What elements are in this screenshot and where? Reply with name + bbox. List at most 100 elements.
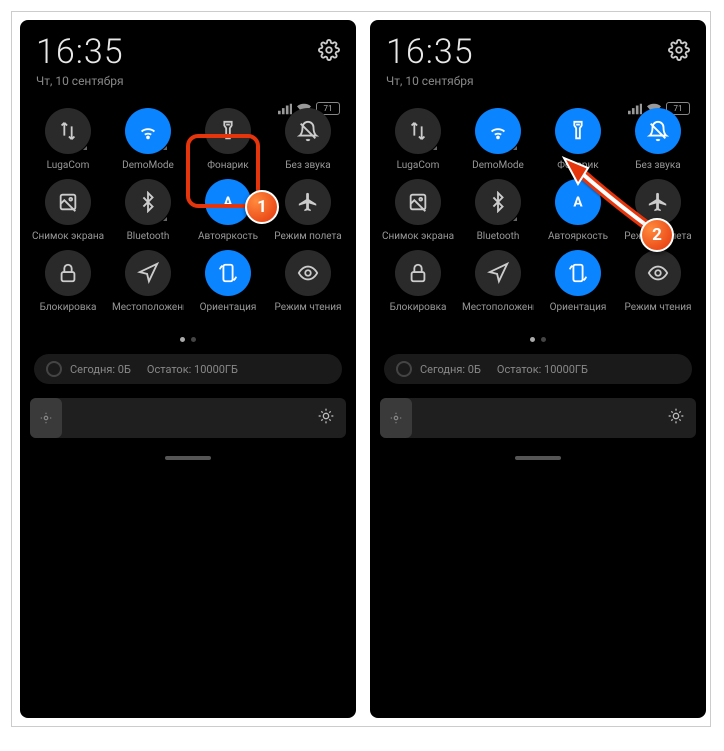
auto-a-icon: A	[555, 179, 601, 225]
date-label: Чт, 10 сентября	[20, 74, 356, 88]
qs-tile-location[interactable]: Местоположение	[460, 250, 536, 313]
qs-tile-bluetooth[interactable]: Bluetooth	[460, 179, 536, 242]
svg-text:A: A	[223, 195, 233, 211]
qs-label: LugaCom	[47, 160, 90, 171]
quick-settings-grid: LugaCom DemoMode Фонарик Без звука Снимок эк…	[380, 108, 696, 313]
qs-label: LugaCom	[397, 160, 440, 171]
bluetooth-icon	[125, 179, 171, 225]
data-swap-icon	[395, 108, 441, 154]
qs-tile-auto-a[interactable]: A Автояркость	[540, 179, 616, 242]
annotation-marker-1: 1	[245, 190, 279, 224]
qs-tile-lock[interactable]: Блокировка	[30, 250, 106, 313]
qs-label: Снимок экрана	[382, 231, 454, 242]
qs-label: Местоположение	[462, 302, 534, 313]
auto-a-icon: A	[205, 179, 251, 225]
data-remaining: Остаток: 10000ГБ	[147, 363, 238, 376]
lock-icon	[395, 250, 441, 296]
qs-label: Фонарик	[207, 160, 248, 171]
qs-label: Bluetooth	[127, 231, 170, 242]
qs-tile-flashlight[interactable]: Фонарик	[190, 108, 266, 171]
qs-tile-bell-off[interactable]: Без звука	[270, 108, 346, 171]
location-icon	[475, 250, 521, 296]
annotation-marker-2: 2	[640, 218, 674, 252]
qs-label: Bluetooth	[477, 231, 520, 242]
qs-label: Режим чтения	[624, 302, 691, 313]
brightness-min-icon	[30, 398, 62, 438]
data-usage-row[interactable]: Сегодня: 0Б Остаток: 10000ГБ	[34, 354, 342, 384]
wifi-icon	[475, 108, 521, 154]
screenshot-icon	[395, 179, 441, 225]
qs-label: DemoMode	[122, 160, 174, 171]
qs-label: Местоположение	[112, 302, 184, 313]
settings-gear-icon[interactable]	[668, 39, 690, 66]
qs-tile-screenshot[interactable]: Снимок экрана	[30, 179, 106, 242]
phone-screenshot-after: 16:35 Чт, 10 сентября 71 LugaComDemoMode…	[370, 20, 706, 718]
wifi-icon	[125, 108, 171, 154]
phone-screenshot-before: 16:35 Чт, 10 сентября 71 LugaComDemoMode…	[20, 20, 356, 718]
qs-tile-data-swap[interactable]: LugaCom	[380, 108, 456, 171]
qs-tile-wifi[interactable]: DemoMode	[460, 108, 536, 171]
qs-tile-wifi[interactable]: DemoMode	[110, 108, 186, 171]
location-icon	[125, 250, 171, 296]
qs-tile-location[interactable]: Местоположение	[110, 250, 186, 313]
orientation-icon	[205, 250, 251, 296]
qs-label: Автояркость	[198, 231, 258, 242]
orientation-icon	[555, 250, 601, 296]
qs-tile-eye[interactable]: Режим чтения	[270, 250, 346, 313]
qs-tile-data-swap[interactable]: LugaCom	[30, 108, 106, 171]
qs-tile-orientation[interactable]: Ориентация	[540, 250, 616, 313]
brightness-max-icon	[668, 408, 684, 428]
airplane-icon	[285, 179, 331, 225]
qs-tile-lock[interactable]: Блокировка	[380, 250, 456, 313]
brightness-max-icon	[318, 408, 334, 428]
qs-label: Режим чтения	[274, 302, 341, 313]
qs-label: DemoMode	[472, 160, 524, 171]
qs-tile-airplane[interactable]: Режим полета	[270, 179, 346, 242]
data-swap-icon	[45, 108, 91, 154]
data-today: Сегодня: 0Б	[420, 363, 481, 376]
data-usage-row[interactable]: Сегодня: 0Б Остаток: 10000ГБ	[384, 354, 692, 384]
eye-icon	[285, 250, 331, 296]
brightness-slider[interactable]	[380, 398, 696, 438]
date-label: Чт, 10 сентября	[370, 74, 706, 88]
page-indicator	[20, 327, 356, 346]
qs-tile-bell-off[interactable]: Без звука	[620, 108, 696, 171]
data-today: Сегодня: 0Б	[70, 363, 131, 376]
qs-label: Блокировка	[40, 302, 97, 313]
qs-tile-orientation[interactable]: Ориентация	[190, 250, 266, 313]
qs-tile-screenshot[interactable]: Снимок экрана	[380, 179, 456, 242]
bell-off-icon	[635, 108, 681, 154]
nav-handle[interactable]	[165, 456, 211, 460]
nav-handle[interactable]	[515, 456, 561, 460]
brightness-min-icon	[380, 398, 412, 438]
svg-text:A: A	[573, 195, 583, 211]
quick-settings-grid: LugaCom DemoMode Фонарик Без звука Снимок эк…	[30, 108, 346, 313]
qs-tile-eye[interactable]: Режим чтения	[620, 250, 696, 313]
bluetooth-icon	[475, 179, 521, 225]
page-indicator	[370, 327, 706, 346]
qs-tile-flashlight[interactable]: Фонарик	[540, 108, 616, 171]
qs-label: Без звука	[285, 160, 330, 171]
settings-gear-icon[interactable]	[318, 39, 340, 66]
qs-label: Автояркость	[548, 231, 608, 242]
lock-icon	[45, 250, 91, 296]
qs-label: Ориентация	[550, 302, 607, 313]
qs-label: Ориентация	[200, 302, 257, 313]
data-usage-icon	[46, 361, 62, 377]
screenshot-icon	[45, 179, 91, 225]
qs-tile-bluetooth[interactable]: Bluetooth	[110, 179, 186, 242]
bell-off-icon	[285, 108, 331, 154]
clock: 16:35	[36, 32, 124, 72]
qs-label: Блокировка	[390, 302, 447, 313]
eye-icon	[635, 250, 681, 296]
data-remaining: Остаток: 10000ГБ	[497, 363, 588, 376]
qs-label: Снимок экрана	[32, 231, 104, 242]
qs-label: Режим полета	[274, 231, 341, 242]
flashlight-icon	[555, 108, 601, 154]
qs-label: Фонарик	[557, 160, 598, 171]
data-usage-icon	[396, 361, 412, 377]
qs-label: Без звука	[635, 160, 680, 171]
brightness-slider[interactable]	[30, 398, 346, 438]
flashlight-icon	[205, 108, 251, 154]
clock: 16:35	[386, 32, 474, 72]
